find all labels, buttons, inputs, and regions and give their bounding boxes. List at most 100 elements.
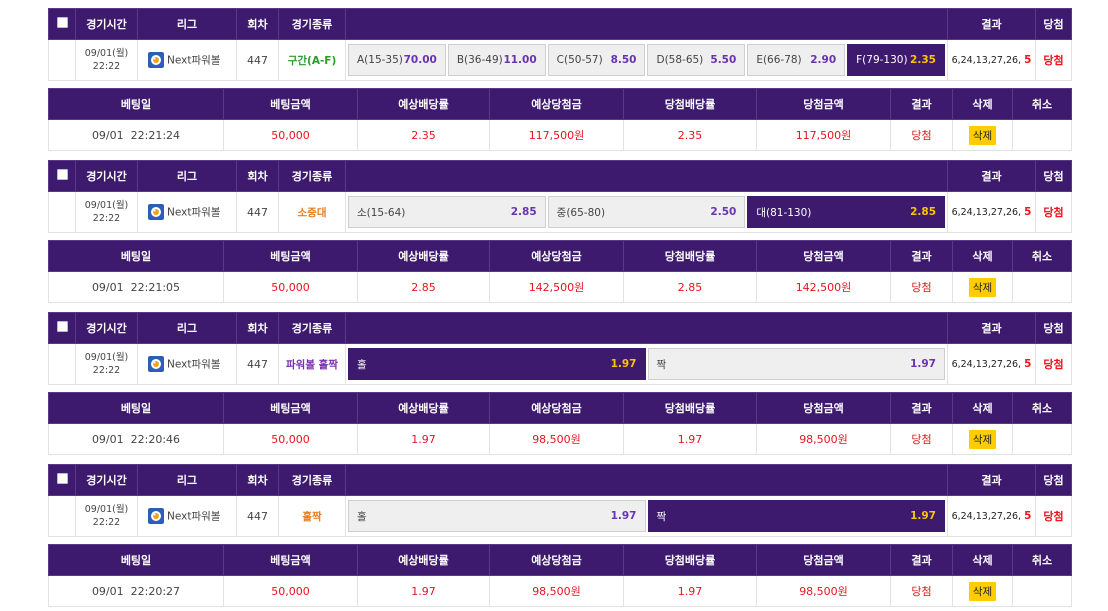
option-odds: 1.97	[610, 510, 637, 522]
powerball-league-icon	[148, 204, 164, 220]
odds-option[interactable]: E(66-78) 2.90	[747, 44, 846, 76]
header-game-type: 경기종류	[278, 312, 346, 344]
bet-result: 당첨	[890, 271, 953, 303]
bet-header-row: 베팅일 베팅금액 예상배당률 예상당첨금 당첨배당률 당첨금액 결과 삭제 취소	[48, 544, 1072, 576]
result-highlight: 5	[1024, 510, 1032, 522]
bet-date: 09/01 22:21:05	[48, 271, 224, 303]
game-clock: 22:22	[92, 365, 121, 376]
result-numbers: 6,24,13,27,26,	[951, 359, 1022, 370]
option-odds: 11.00	[503, 54, 537, 66]
option-label: 대(81-130)	[756, 206, 812, 219]
header-round: 회차	[236, 160, 279, 192]
header-result: 결과	[947, 160, 1036, 192]
option-odds: 2.85	[510, 206, 537, 218]
bet-header-result: 결과	[890, 392, 953, 424]
bet-block: 경기시간 리그 회차 경기종류 결과 당첨 09/01(월) 22:22 Nex…	[48, 160, 1072, 303]
bet-detail-table: 베팅일 베팅금액 예상배당률 예상당첨금 당첨배당률 당첨금액 결과 삭제 취소…	[48, 240, 1072, 303]
odds-options: 소(15-64) 2.85 중(65-80) 2.50 대(81-130) 2.85	[348, 196, 946, 228]
bet-header-win-amount: 당첨금액	[756, 544, 891, 576]
bet-block: 경기시간 리그 회차 경기종류 결과 당첨 09/01(월) 22:22 Nex…	[48, 8, 1072, 151]
header-round: 회차	[236, 464, 279, 496]
row-check-cell	[48, 495, 76, 537]
selected-odds-option[interactable]: 대(81-130) 2.85	[747, 196, 946, 228]
header-league: 리그	[137, 464, 237, 496]
powerball-league-icon	[148, 508, 164, 524]
bet-result: 당첨	[890, 423, 953, 455]
bet-header-cancel: 취소	[1012, 544, 1072, 576]
option-odds: 2.35	[910, 54, 936, 66]
odds-option[interactable]: A(15-35) 70.00	[348, 44, 446, 76]
bet-header-expected-payout: 예상당첨금	[489, 392, 624, 424]
delete-button[interactable]: 삭제	[968, 581, 997, 601]
bet-amount: 50,000	[223, 575, 358, 607]
option-label: 중(65-80)	[556, 206, 606, 219]
cancel-cell[interactable]	[1012, 119, 1072, 151]
result-numbers: 6,24,13,27,26,	[951, 511, 1022, 522]
result-cell: 6,24,13,27,26, 5	[947, 39, 1036, 81]
option-odds: 1.97	[910, 510, 936, 522]
result-cell: 6,24,13,27,26, 5	[947, 343, 1036, 385]
select-all-checkbox[interactable]	[56, 169, 68, 180]
bet-header-delete: 삭제	[952, 392, 1013, 424]
selected-odds-option[interactable]: F(79-130) 2.35	[847, 44, 945, 76]
delete-button[interactable]: 삭제	[968, 429, 997, 449]
option-odds: 8.50	[610, 54, 637, 66]
win-status: 당첨	[1035, 191, 1072, 233]
odds-option[interactable]: C(50-57) 8.50	[547, 44, 646, 76]
bet-header-delete: 삭제	[952, 240, 1013, 272]
selected-odds-option[interactable]: 짝 1.97	[647, 500, 945, 532]
options-cell: 홀 1.97 짝 1.97	[345, 495, 948, 537]
odds-option[interactable]: 짝 1.97	[647, 348, 945, 380]
win-odds: 1.97	[623, 423, 757, 455]
game-date: 09/01(월)	[84, 504, 129, 515]
bet-header-amount: 베팅금액	[223, 544, 358, 576]
select-all-checkbox[interactable]	[56, 17, 68, 28]
cancel-cell[interactable]	[1012, 271, 1072, 303]
win-amount: 142,500원	[756, 271, 891, 303]
option-label: C(50-57)	[556, 54, 603, 66]
result-cell: 6,24,13,27,26, 5	[947, 495, 1036, 537]
odds-options: 홀 1.97 짝 1.97	[348, 348, 945, 380]
cancel-cell[interactable]	[1012, 575, 1072, 607]
odds-option[interactable]: 홀 1.97	[348, 500, 646, 532]
result-highlight: 5	[1024, 206, 1032, 218]
odds-option[interactable]: D(58-65) 5.50	[647, 44, 746, 76]
win-odds: 1.97	[623, 575, 757, 607]
odds-options: A(15-35) 70.00 B(36-49) 11.00 C(50-57) 8.50 D(…	[348, 44, 945, 76]
game-clock: 22:22	[92, 213, 121, 224]
bet-detail-row: 09/01 22:21:05 50,000 2.85 142,500원 2.85…	[48, 271, 1072, 303]
header-options	[345, 464, 948, 496]
select-all-cell	[48, 8, 76, 40]
option-label: B(36-49)	[456, 54, 503, 66]
cancel-cell[interactable]	[1012, 423, 1072, 455]
select-all-checkbox[interactable]	[56, 321, 68, 332]
delete-button[interactable]: 삭제	[968, 277, 997, 297]
expected-payout: 98,500원	[489, 423, 624, 455]
option-label: 짝	[656, 358, 667, 371]
game-time: 09/01(월) 22:22	[75, 343, 138, 385]
header-options	[345, 8, 948, 40]
game-type: 소중대	[278, 191, 346, 233]
delete-cell: 삭제	[952, 423, 1013, 455]
game-time: 09/01(월) 22:22	[75, 495, 138, 537]
game-header-row: 경기시간 리그 회차 경기종류 결과 당첨	[48, 312, 1072, 344]
bet-detail-table: 베팅일 베팅금액 예상배당률 예상당첨금 당첨배당률 당첨금액 결과 삭제 취소…	[48, 88, 1072, 151]
bet-header-date: 베팅일	[48, 544, 224, 576]
option-odds: 5.50	[710, 54, 737, 66]
bet-header-result: 결과	[890, 544, 953, 576]
odds-option[interactable]: 소(15-64) 2.85	[348, 196, 546, 228]
odds-option[interactable]: 중(65-80) 2.50	[547, 196, 746, 228]
bet-block: 경기시간 리그 회차 경기종류 결과 당첨 09/01(월) 22:22 Nex…	[48, 312, 1072, 455]
game-row: 09/01(월) 22:22 Next파워볼 447 소중대 소(15-64) 2…	[48, 191, 1072, 233]
delete-button[interactable]: 삭제	[968, 125, 997, 145]
bet-detail-row: 09/01 22:20:46 50,000 1.97 98,500원 1.97 …	[48, 423, 1072, 455]
selected-odds-option[interactable]: 홀 1.97	[348, 348, 646, 380]
odds-option[interactable]: B(36-49) 11.00	[447, 44, 546, 76]
option-label: E(66-78)	[756, 54, 802, 66]
select-all-checkbox[interactable]	[56, 473, 68, 484]
result-numbers: 6,24,13,27,26,	[951, 207, 1022, 218]
game-row: 09/01(월) 22:22 Next파워볼 447 홀짝 홀 1.97 짝 1.97…	[48, 495, 1072, 537]
bet-header-cancel: 취소	[1012, 240, 1072, 272]
bet-header-delete: 삭제	[952, 88, 1013, 120]
bet-amount: 50,000	[223, 119, 358, 151]
